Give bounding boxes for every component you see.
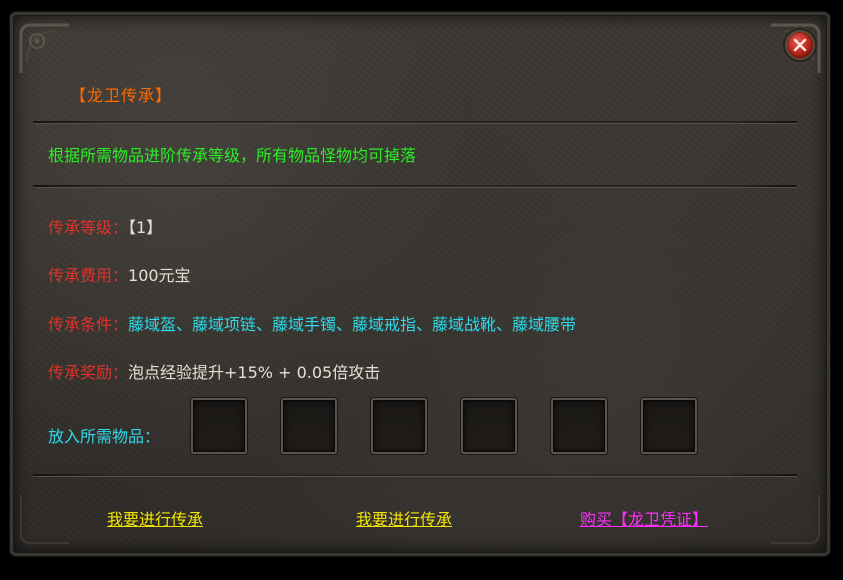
reward-row: 传承奖励：泡点经验提升+15% + 0.05倍攻击 [48, 359, 380, 383]
level-label: 传承等级： [48, 218, 129, 237]
slots-label: 放入所需物品： [48, 427, 161, 446]
reward-value: 泡点经验提升+15% + 0.05倍攻击 [128, 363, 381, 382]
cost-label: 传承费用： [48, 266, 129, 285]
inherit-button-1[interactable]: 我要进行传承 [107, 506, 203, 530]
buy-token-link[interactable]: 购买【龙卫凭证】 [580, 506, 708, 530]
condition-label: 传承条件： [48, 315, 129, 334]
item-slot-6[interactable] [641, 398, 697, 454]
level-row: 传承等级：【1】 [48, 214, 162, 238]
ornament-corner-icon [19, 23, 69, 73]
item-slot-1[interactable] [191, 398, 247, 454]
item-slot-3[interactable] [371, 398, 427, 454]
level-value: 【1】 [128, 218, 163, 237]
close-x-icon [793, 38, 807, 52]
condition-row: 传承条件：藤域盔、藤域项链、藤域手镯、藤域戒指、藤域战靴、藤域腰带 [48, 311, 576, 335]
divider [33, 474, 797, 477]
item-slot-2[interactable] [281, 398, 337, 454]
ornament-corner-icon [20, 495, 69, 544]
dialog-title: 【龙卫传承】 [70, 86, 173, 105]
ornament-corner-icon [771, 495, 820, 544]
item-slot-5[interactable] [551, 398, 607, 454]
divider [33, 121, 797, 124]
reward-label: 传承奖励： [48, 363, 129, 382]
inherit-button-2[interactable]: 我要进行传承 [356, 506, 452, 530]
cost-value: 100元宝 [128, 266, 191, 285]
close-button[interactable] [785, 30, 815, 60]
cost-row: 传承费用：100元宝 [48, 262, 191, 286]
dialog-description: 根据所需物品进阶传承等级，所有物品怪物均可掉落 [48, 146, 417, 165]
divider [33, 185, 797, 188]
item-slot-4[interactable] [461, 398, 517, 454]
condition-value: 藤域盔、藤域项链、藤域手镯、藤域戒指、藤域战靴、藤域腰带 [128, 315, 577, 334]
